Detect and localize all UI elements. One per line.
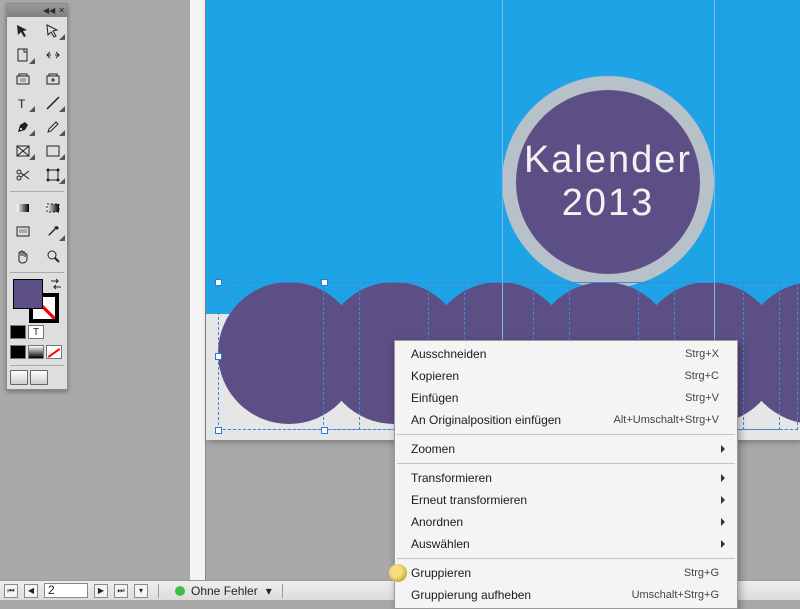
- context-menu-label: Auswählen: [411, 537, 719, 551]
- page-last-button[interactable]: ⏭: [114, 584, 128, 598]
- selection-handle[interactable]: [215, 427, 222, 434]
- selection-tool[interactable]: [9, 20, 37, 42]
- view-mode-preview[interactable]: [30, 370, 48, 385]
- type-tool[interactable]: T: [9, 92, 37, 114]
- selection-handle[interactable]: [321, 427, 328, 434]
- context-menu-item[interactable]: Zoomen: [395, 438, 737, 460]
- context-menu-label: Einfügen: [411, 391, 685, 405]
- panel-collapse-icon[interactable]: ◀◀: [43, 7, 55, 15]
- context-menu-label: Zoomen: [411, 442, 719, 456]
- context-menu-shortcut: Strg+X: [685, 348, 719, 360]
- page-prev-button[interactable]: ◀: [24, 584, 38, 598]
- gradient-swatch-tool[interactable]: [9, 197, 37, 219]
- direct-selection-tool[interactable]: [39, 20, 67, 42]
- selection-handle[interactable]: [215, 353, 222, 360]
- context-menu-separator: [397, 463, 735, 464]
- context-menu-label: Ausschneiden: [411, 347, 685, 361]
- gradient-feather-tool[interactable]: [39, 197, 67, 219]
- content-collector-tool[interactable]: [9, 68, 37, 90]
- context-menu-item[interactable]: GruppierenStrg+G: [395, 562, 737, 584]
- preflight-status-icon: [175, 586, 185, 596]
- context-menu-item[interactable]: Anordnen: [395, 511, 737, 533]
- preflight-status-text: Ohne Fehler: [191, 584, 258, 598]
- rectangle-tool[interactable]: [39, 140, 67, 162]
- panel-close-icon[interactable]: ✕: [58, 7, 65, 15]
- status-separator: [282, 584, 283, 598]
- page-dropdown-button[interactable]: ▾: [134, 584, 148, 598]
- context-menu-shortcut: Umschalt+Strg+G: [632, 589, 719, 601]
- context-menu-label: Erneut transformieren: [411, 493, 719, 507]
- page-next-button[interactable]: ▶: [94, 584, 108, 598]
- preflight-dropdown-icon[interactable]: ▾: [266, 584, 272, 598]
- page-tool[interactable]: [9, 44, 37, 66]
- svg-text:T: T: [18, 97, 26, 111]
- tools-panel[interactable]: ◀◀ ✕ T: [6, 3, 68, 390]
- free-transform-tool[interactable]: [39, 164, 67, 186]
- context-menu-item[interactable]: Gruppierung aufhebenUmschalt+Strg+G: [395, 584, 737, 606]
- context-menu-separator: [397, 558, 735, 559]
- title-line-2: 2013: [562, 182, 655, 225]
- toolbox-separator: [10, 365, 64, 366]
- apply-color-icon[interactable]: [10, 345, 26, 359]
- context-menu-item[interactable]: An Originalposition einfügenAlt+Umschalt…: [395, 409, 737, 431]
- tools-panel-header[interactable]: ◀◀ ✕: [7, 4, 67, 17]
- apply-gradient-icon[interactable]: [28, 345, 44, 359]
- page-number-field[interactable]: 2: [44, 583, 88, 598]
- formatting-text-icon[interactable]: T: [28, 325, 44, 339]
- line-tool[interactable]: [39, 92, 67, 114]
- title-line-1: Kalender: [524, 139, 692, 182]
- selection-handle[interactable]: [215, 279, 222, 286]
- hand-tool[interactable]: [9, 245, 37, 267]
- context-menu-item[interactable]: EinfügenStrg+V: [395, 387, 737, 409]
- gap-tool[interactable]: [39, 44, 67, 66]
- context-menu-shortcut: Strg+C: [684, 370, 719, 382]
- context-menu-label: Gruppieren: [411, 566, 684, 580]
- selection-handle[interactable]: [321, 279, 328, 286]
- fill-stroke-swatch[interactable]: [7, 275, 67, 323]
- title-circle-inner: Kalender 2013: [516, 90, 700, 274]
- context-menu-separator: [397, 434, 735, 435]
- rectangle-frame-tool[interactable]: [9, 140, 37, 162]
- pen-tool[interactable]: [9, 116, 37, 138]
- toolbox-separator: [10, 272, 64, 273]
- formatting-container-icon[interactable]: [10, 325, 26, 339]
- eyedropper-tool[interactable]: [39, 221, 67, 243]
- content-placer-tool[interactable]: [39, 68, 67, 90]
- fill-swatch[interactable]: [13, 279, 43, 309]
- view-mode-normal[interactable]: [10, 370, 28, 385]
- vertical-ruler: [190, 0, 206, 600]
- context-menu-shortcut: Strg+G: [684, 567, 719, 579]
- page-first-button[interactable]: ⏮: [4, 584, 18, 598]
- context-menu-label: Transformieren: [411, 471, 719, 485]
- context-menu-item[interactable]: Transformieren: [395, 467, 737, 489]
- context-menu-shortcut: Strg+V: [685, 392, 719, 404]
- toolbox-separator: [10, 191, 64, 192]
- scissors-tool[interactable]: [9, 164, 37, 186]
- context-menu-item[interactable]: Erneut transformieren: [395, 489, 737, 511]
- context-menu-item[interactable]: AusschneidenStrg+X: [395, 343, 737, 365]
- context-menu-item[interactable]: Auswählen: [395, 533, 737, 555]
- context-menu-shortcut: Alt+Umschalt+Strg+V: [614, 414, 719, 426]
- zoom-tool[interactable]: [39, 245, 67, 267]
- swap-fill-stroke-icon[interactable]: [49, 277, 63, 291]
- context-menu-item[interactable]: KopierenStrg+C: [395, 365, 737, 387]
- context-menu-label: Kopieren: [411, 369, 684, 383]
- context-menu[interactable]: AusschneidenStrg+XKopierenStrg+CEinfügen…: [394, 340, 738, 609]
- apply-none-icon[interactable]: [46, 345, 62, 359]
- status-separator: [158, 584, 159, 598]
- title-circle-outer: Kalender 2013: [502, 76, 714, 288]
- context-menu-label: An Originalposition einfügen: [411, 413, 614, 427]
- pencil-tool[interactable]: [39, 116, 67, 138]
- note-tool[interactable]: [9, 221, 37, 243]
- context-menu-label: Anordnen: [411, 515, 719, 529]
